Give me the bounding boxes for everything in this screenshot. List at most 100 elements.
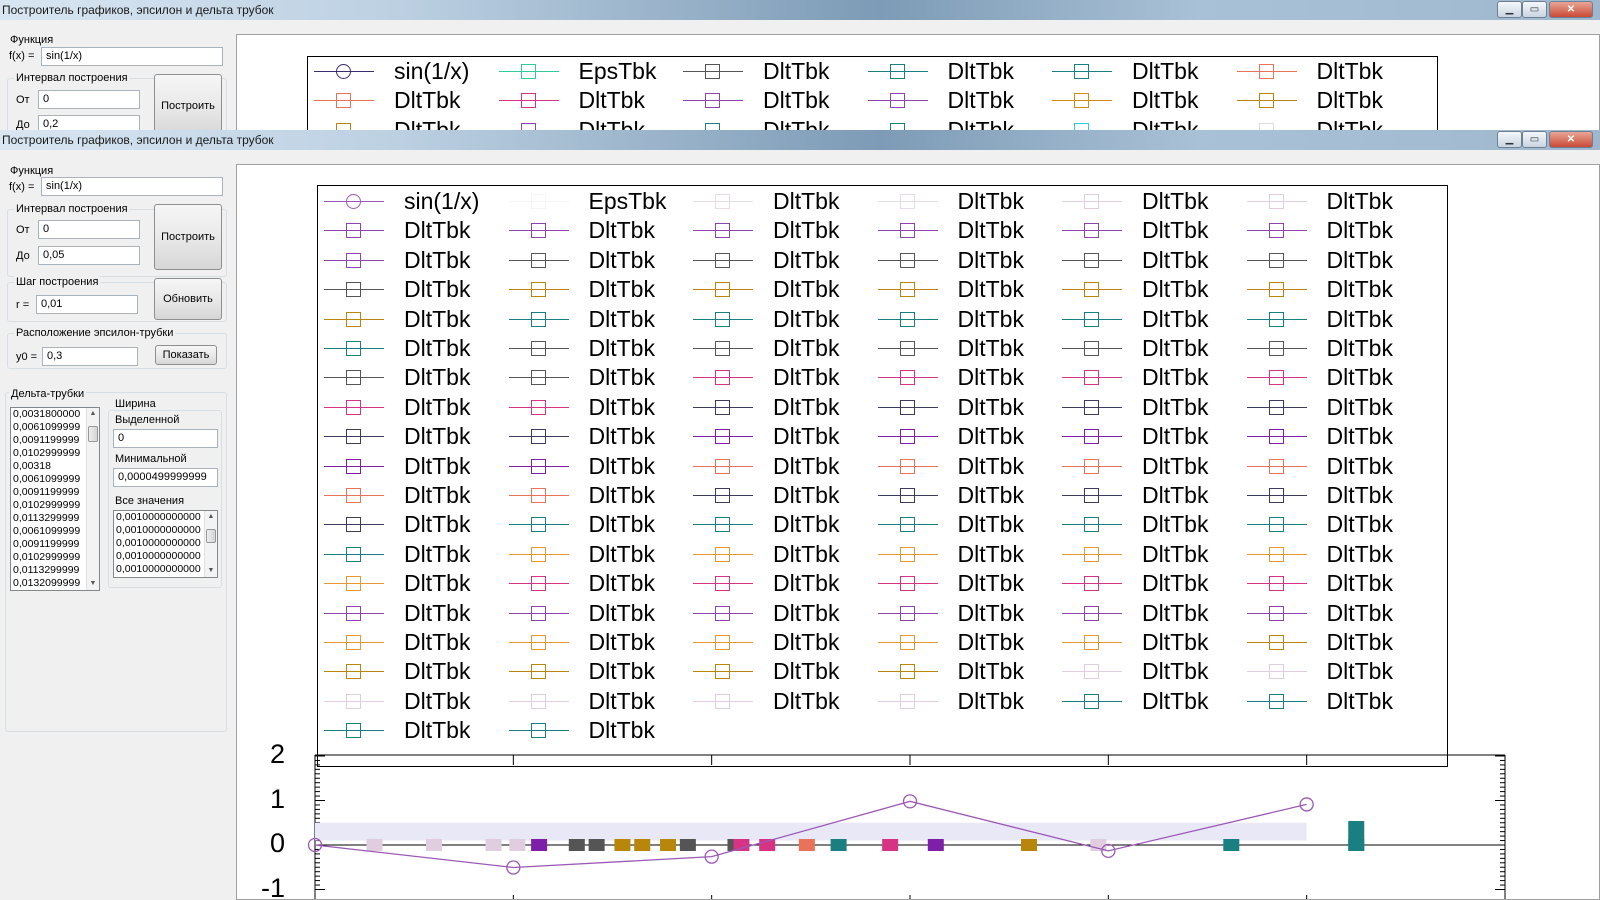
delta-tube-marker [588,839,605,851]
square-marker-icon [520,93,536,109]
width-value-item[interactable]: 0,0010000000000 [114,511,217,524]
legend-entry: DltTbk [862,86,1047,115]
close-button[interactable]: ✕ [1549,131,1593,148]
delta-tube-marker [882,839,899,851]
legend-label: DltTbk [394,116,461,130]
legend-label: DltTbk [394,87,461,114]
r-input[interactable]: 0,01 [36,295,138,314]
plot-area: sin(1/x) EpsTbk DltTbk DltTbk DltTbk DltTbk Dl… [236,164,1600,900]
delta-tubes-list[interactable]: 0,0031800000 0,0061099999 0,0091199999 0,01… [10,407,100,591]
to-label: До [16,250,30,262]
square-marker-icon [1074,93,1089,109]
from-input[interactable]: 0 [38,90,140,109]
legend-label: DltTbk [1316,58,1383,84]
legend-entry: DltTbk [677,86,862,115]
square-marker-icon [705,64,720,79]
delta-tube-marker-tall [1348,821,1365,851]
legend-entry: DltTbk [308,86,493,115]
delta-tube-marker [614,839,631,851]
scroll-up-icon[interactable]: ▲ [205,511,217,523]
square-marker-icon [1258,64,1274,79]
minimize-button[interactable]: ▁ [1497,1,1522,18]
update-button[interactable]: Обновить [154,278,222,320]
legend-entry: DltTbk [862,116,1047,130]
legend-label: DltTbk [578,87,645,114]
legend-label: DltTbk [947,116,1014,130]
fx-input[interactable]: sin(1/x) [41,47,223,66]
minimal-width-label: Минимальной [115,453,187,465]
maximize-button[interactable]: ▭ [1522,131,1547,148]
close-button[interactable]: ✕ [1549,1,1593,18]
epsilon-group-title: Расположение эпсилон-трубки [14,327,176,339]
fx-input[interactable]: sin(1/x) [41,177,223,196]
build-button[interactable]: Построить [154,74,222,130]
width-value-item[interactable]: 0,0010000000000 [114,563,217,576]
legend-entry: DltTbk [1231,57,1416,86]
all-values-list[interactable]: 0,0010000000000 0,0010000000000 0,00100000… [113,510,218,578]
delta-tube-marker [927,839,944,851]
minimize-button[interactable]: ▁ [1497,131,1522,148]
delta-list-scrollbar[interactable]: ▲ ▼ [86,408,99,590]
square-marker-icon [705,93,720,109]
legend-entry: DltTbk [1046,57,1231,86]
all-values-scrollbar[interactable]: ▲ ▼ [204,511,217,577]
main-window-title: Построитель графиков, эпсилон и дельта т… [2,133,274,147]
build-button[interactable]: Построить [154,204,222,270]
scroll-down-icon[interactable]: ▼ [87,578,99,590]
back-window-titlebar[interactable]: Построитель графиков, эпсилон и дельта т… [0,0,1600,20]
legend-label: DltTbk [1316,116,1383,130]
all-values-label: Все значения [115,495,185,507]
square-marker-icon [1074,64,1089,79]
fx-label: f(x) = [9,50,35,62]
show-button[interactable]: Показать [155,345,217,365]
square-marker-icon [520,64,536,79]
circle-marker-icon [336,64,351,79]
delta-tube-marker [733,839,750,851]
delta-tube-marker [634,839,651,851]
minimal-width-input[interactable]: 0,0000499999999 [113,468,218,487]
legend-entry: DltTbk [1231,86,1416,115]
delta-tube-marker [798,839,815,851]
legend-label: DltTbk [1132,58,1199,84]
width-value-item[interactable]: 0,0010000000000 [114,537,217,550]
width-value-item[interactable]: 0,0010000000000 [114,524,217,537]
legend-entry: EpsTbk [493,57,678,86]
legend-label: DltTbk [1132,116,1199,130]
scroll-thumb[interactable] [206,529,216,543]
square-marker-icon [889,122,905,130]
scroll-thumb[interactable] [88,426,98,442]
from-input[interactable]: 0 [38,220,140,239]
to-input[interactable]: 0,2 [38,115,140,130]
step-group-title: Шаг построения [14,276,101,288]
square-marker-icon [889,93,905,109]
legend-entry: DltTbk [493,116,678,130]
square-marker-icon [520,122,536,130]
legend-label: DltTbk [947,58,1014,84]
square-marker-icon [336,122,351,130]
legend-entry: DltTbk [1231,116,1416,130]
scroll-down-icon[interactable]: ▼ [205,565,217,577]
width-value-item[interactable]: 0,0010000000000 [114,550,217,563]
main-window-titlebar[interactable]: Построитель графиков, эпсилон и дельта т… [0,130,1600,150]
back-window-title: Построитель графиков, эпсилон и дельта т… [2,3,274,17]
scroll-up-icon[interactable]: ▲ [87,408,99,420]
legend-label: DltTbk [947,87,1014,114]
legend-label: sin(1/x) [394,58,470,84]
legend-entry: DltTbk [308,116,493,130]
maximize-button[interactable]: ▭ [1522,1,1547,18]
y0-input[interactable]: 0,3 [42,347,138,366]
back-legend: sin(1/x) EpsTbk DltTbk DltTbk DltTbk DltTbk Dl… [307,56,1438,130]
delta-tube-marker [660,839,677,851]
interval-group-title: Интервал построения [14,72,130,84]
selected-width-input[interactable]: 0 [113,429,218,448]
y0-label: y0 = [16,351,38,363]
to-input[interactable]: 0,05 [38,246,140,265]
chart-svg [307,754,1506,899]
square-marker-icon [1074,122,1089,130]
delta-group-title: Дельта-трубки [9,388,87,400]
main-window: Построитель графиков, эпсилон и дельта т… [0,130,1600,900]
function-group-title: Функция [10,165,54,177]
legend-label: DltTbk [1132,87,1199,114]
legend-entry: DltTbk [862,57,1047,86]
square-marker-icon [889,64,905,79]
